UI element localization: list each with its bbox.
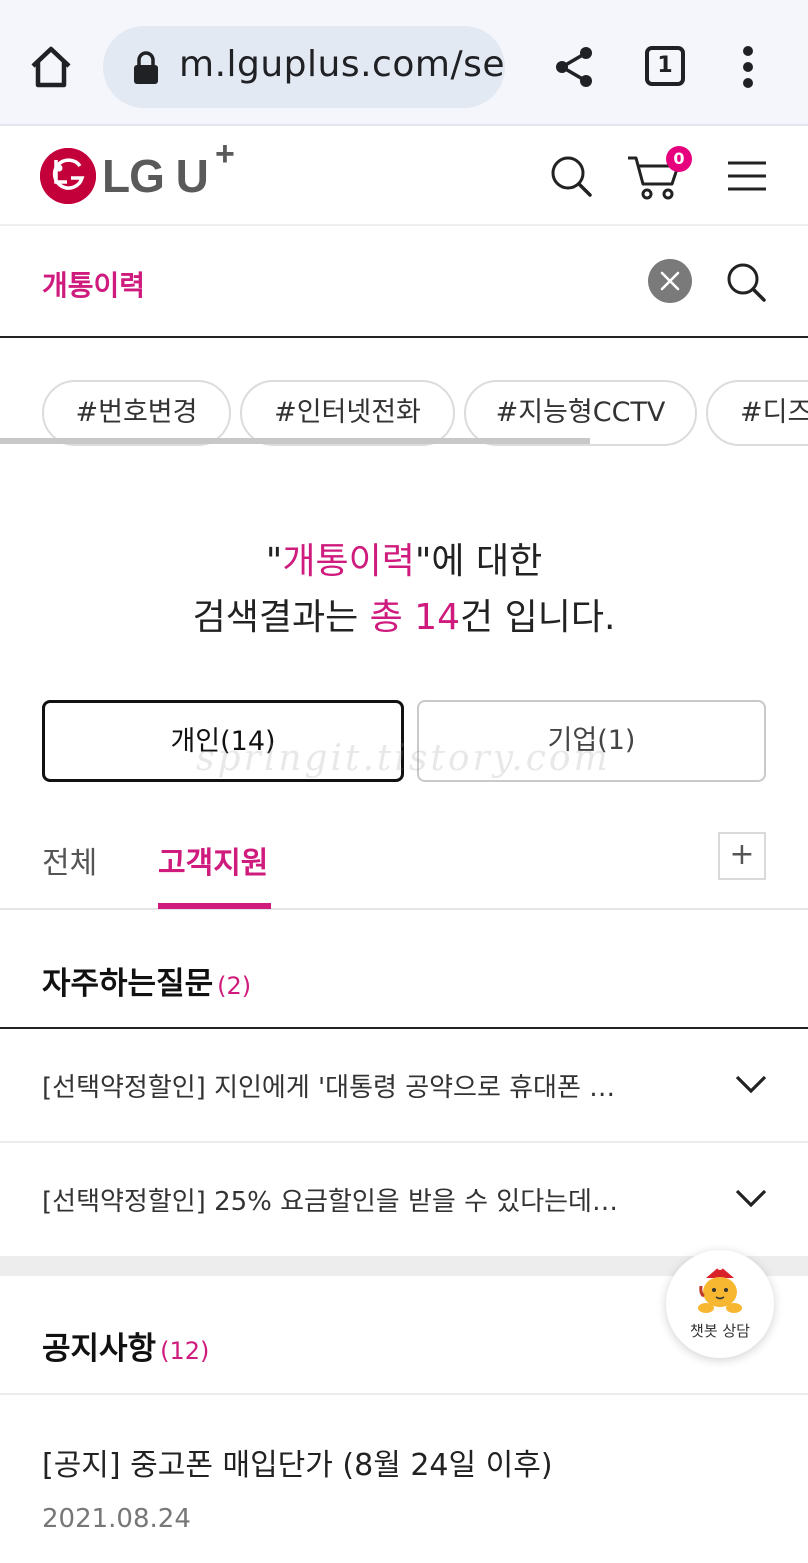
site-header: LG U +: [0, 128, 808, 226]
faq-count: (2): [217, 972, 252, 1000]
search-bar: 개통이력: [0, 226, 808, 338]
chatbot-label: 챗봇 상담: [690, 1322, 750, 1340]
share-icon[interactable]: [553, 45, 595, 89]
faq-question: [선택약정할인] 25% 요금할인을 받을 수 있다는데…: [42, 1187, 618, 1217]
hashtag-list: #번호변경 #인터넷전화 #지능형CCTV #디즈: [0, 380, 808, 446]
summary-line-1: "개통이력"에 대한: [265, 541, 543, 582]
divider: [0, 1393, 808, 1395]
segment-personal-button[interactable]: 개인(14): [42, 700, 404, 782]
notice-item-date: 2021.08.24: [42, 1504, 191, 1534]
expand-tabs-button[interactable]: +: [718, 832, 766, 880]
summary-query: 개통이력: [282, 541, 415, 582]
url-text: m.lguplus.com/search: [179, 44, 505, 85]
segment-business-button[interactable]: 기업(1): [417, 700, 766, 782]
tab-all[interactable]: 전체: [42, 838, 97, 882]
result-summary: "개통이력"에 대한 검색결과는 총 14건 입니다.: [0, 534, 808, 646]
category-tabs: 전체 고객지원: [0, 820, 808, 910]
logo-wordmark: LG U +: [102, 135, 235, 202]
notice-section-title: 공지사항 (12): [42, 1331, 210, 1367]
summary-total: 총 14: [369, 597, 461, 638]
hashtag-chip[interactable]: #인터넷전화: [240, 380, 455, 446]
hashtag-chip[interactable]: #디즈: [706, 380, 808, 446]
summary-line-2: 검색결과는 총 14건 입니다.: [192, 597, 616, 638]
search-icon[interactable]: [549, 154, 593, 198]
faq-section-title: 자주하는질문 (2): [42, 966, 252, 1002]
lg-logo-mark-icon: [40, 148, 96, 204]
tab-support[interactable]: 고객지원: [158, 838, 268, 882]
cart-count-badge: 0: [666, 146, 692, 172]
active-tab-indicator: [158, 903, 271, 909]
search-submit-icon[interactable]: [724, 260, 768, 304]
faq-list-item[interactable]: [선택약정할인] 지인에게 '대통령 공약으로 휴대폰 …: [0, 1029, 808, 1141]
chatbot-button[interactable]: 챗봇 상담: [666, 1250, 774, 1358]
browser-toolbar: m.lguplus.com/search 1: [0, 0, 808, 126]
lguplus-logo[interactable]: LG U +: [40, 135, 235, 206]
notice-count: (12): [160, 1337, 210, 1365]
hashtag-chip[interactable]: #지능형CCTV: [464, 380, 697, 446]
hamburger-menu-icon[interactable]: [726, 160, 768, 192]
chevron-down-icon: [735, 1189, 767, 1208]
tab-switcher-button[interactable]: 1: [645, 46, 685, 86]
home-icon[interactable]: [28, 44, 74, 90]
faq-list-item[interactable]: [선택약정할인] 25% 요금할인을 받을 수 있다는데…: [0, 1143, 808, 1255]
hashtag-chip[interactable]: #번호변경: [42, 380, 231, 446]
more-options-icon[interactable]: [736, 44, 760, 90]
search-input[interactable]: 개통이력: [42, 264, 145, 304]
lock-icon: [134, 51, 158, 84]
notice-item-title[interactable]: [공지] 중고폰 매입단가 (8월 24일 이후): [42, 1440, 553, 1484]
hashtag-scroll-indicator: [0, 438, 590, 444]
chatbot-mascot-icon: [698, 1264, 742, 1313]
chevron-down-icon: [735, 1075, 767, 1094]
faq-question: [선택약정할인] 지인에게 '대통령 공약으로 휴대폰 …: [42, 1073, 616, 1103]
address-bar[interactable]: m.lguplus.com/search: [103, 26, 505, 108]
clear-search-button[interactable]: [648, 259, 692, 303]
